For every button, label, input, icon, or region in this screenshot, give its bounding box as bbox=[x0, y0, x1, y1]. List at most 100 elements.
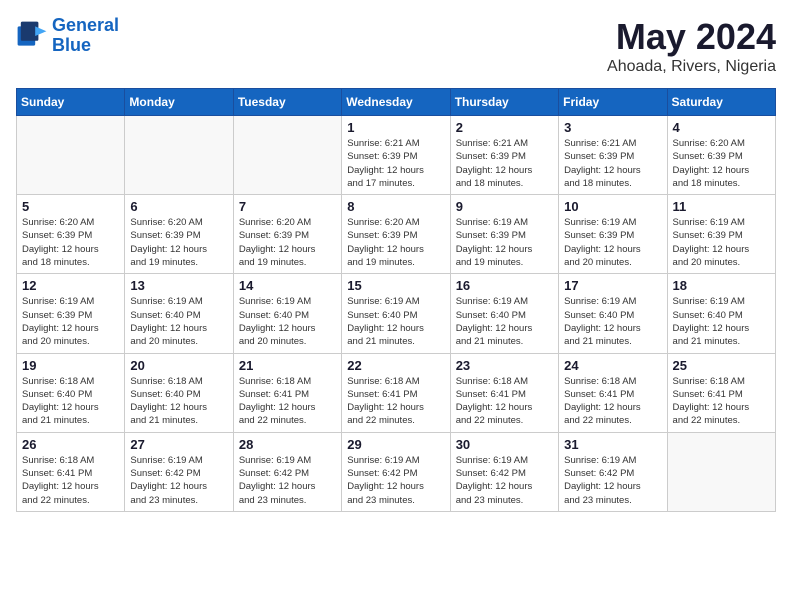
calendar-cell: 24 Sunrise: 6:18 AM Sunset: 6:41 PM Dayli… bbox=[559, 353, 667, 432]
calendar-cell: 3Sunrise: 6:21 AM Sunset: 6:39 PM Daylig… bbox=[559, 116, 667, 195]
day-info: Sunrise: 6:19 AM Sunset: 6:39 PM Dayligh… bbox=[456, 216, 553, 269]
day-info: Sunrise: 6:18 AM Sunset: 6:41 PM Dayligh… bbox=[564, 375, 661, 428]
page-header: General Blue May 2024 Ahoada, Rivers, Ni… bbox=[16, 16, 776, 76]
day-number: 18 bbox=[673, 278, 770, 293]
day-info: Sunrise: 6:19 AM Sunset: 6:40 PM Dayligh… bbox=[456, 295, 553, 348]
logo-icon bbox=[16, 20, 48, 52]
weekday-header-friday: Friday bbox=[559, 89, 667, 116]
day-info: Sunrise: 6:19 AM Sunset: 6:42 PM Dayligh… bbox=[456, 454, 553, 507]
location-title: Ahoada, Rivers, Nigeria bbox=[607, 58, 776, 76]
calendar-cell: 11 Sunrise: 6:19 AM Sunset: 6:39 PM Dayli… bbox=[667, 195, 775, 274]
weekday-header-row: SundayMondayTuesdayWednesdayThursdayFrid… bbox=[17, 89, 776, 116]
calendar-cell: 4 Sunrise: 6:20 AM Sunset: 6:39 PM Daylig… bbox=[667, 116, 775, 195]
day-number: 30 bbox=[456, 437, 553, 452]
calendar-cell: 25Sunrise: 6:18 AM Sunset: 6:41 PM Dayli… bbox=[667, 353, 775, 432]
calendar-cell: 1 Sunrise: 6:21 AM Sunset: 6:39 PM Daylig… bbox=[342, 116, 450, 195]
day-number: 10 bbox=[564, 199, 661, 214]
day-info: Sunrise: 6:18 AM Sunset: 6:40 PM Dayligh… bbox=[130, 375, 227, 428]
day-number: 3 bbox=[564, 120, 661, 135]
day-number: 8 bbox=[347, 199, 444, 214]
day-number: 13 bbox=[130, 278, 227, 293]
calendar-cell bbox=[233, 116, 341, 195]
calendar-cell: 21 Sunrise: 6:18 AM Sunset: 6:41 PM Dayli… bbox=[233, 353, 341, 432]
weekday-header-wednesday: Wednesday bbox=[342, 89, 450, 116]
day-info: Sunrise: 6:19 AM Sunset: 6:40 PM Dayligh… bbox=[130, 295, 227, 348]
day-info: Sunrise: 6:19 AM Sunset: 6:39 PM Dayligh… bbox=[22, 295, 119, 348]
calendar-cell: 19 Sunrise: 6:18 AM Sunset: 6:40 PM Dayli… bbox=[17, 353, 125, 432]
day-number: 24 bbox=[564, 358, 661, 373]
day-info: Sunrise: 6:18 AM Sunset: 6:40 PM Dayligh… bbox=[22, 375, 119, 428]
day-info: Sunrise: 6:20 AM Sunset: 6:39 PM Dayligh… bbox=[673, 137, 770, 190]
day-info: Sunrise: 6:18 AM Sunset: 6:41 PM Dayligh… bbox=[239, 375, 336, 428]
calendar-table: SundayMondayTuesdayWednesdayThursdayFrid… bbox=[16, 88, 776, 512]
logo-line1: General bbox=[52, 15, 119, 35]
day-number: 22 bbox=[347, 358, 444, 373]
day-info: Sunrise: 6:20 AM Sunset: 6:39 PM Dayligh… bbox=[239, 216, 336, 269]
calendar-cell: 28 Sunrise: 6:19 AM Sunset: 6:42 PM Dayli… bbox=[233, 432, 341, 511]
weekday-header-sunday: Sunday bbox=[17, 89, 125, 116]
day-number: 21 bbox=[239, 358, 336, 373]
weekday-header-thursday: Thursday bbox=[450, 89, 558, 116]
day-info: Sunrise: 6:20 AM Sunset: 6:39 PM Dayligh… bbox=[130, 216, 227, 269]
day-info: Sunrise: 6:19 AM Sunset: 6:40 PM Dayligh… bbox=[673, 295, 770, 348]
day-number: 15 bbox=[347, 278, 444, 293]
calendar-cell: 6 Sunrise: 6:20 AM Sunset: 6:39 PM Daylig… bbox=[125, 195, 233, 274]
day-info: Sunrise: 6:18 AM Sunset: 6:41 PM Dayligh… bbox=[456, 375, 553, 428]
calendar-cell: 7 Sunrise: 6:20 AM Sunset: 6:39 PM Daylig… bbox=[233, 195, 341, 274]
day-info: Sunrise: 6:21 AM Sunset: 6:39 PM Dayligh… bbox=[347, 137, 444, 190]
calendar-cell: 23 Sunrise: 6:18 AM Sunset: 6:41 PM Dayli… bbox=[450, 353, 558, 432]
title-block: May 2024 Ahoada, Rivers, Nigeria bbox=[607, 16, 776, 76]
day-info: Sunrise: 6:19 AM Sunset: 6:40 PM Dayligh… bbox=[347, 295, 444, 348]
week-row-5: 26Sunrise: 6:18 AM Sunset: 6:41 PM Dayli… bbox=[17, 432, 776, 511]
calendar-cell bbox=[17, 116, 125, 195]
day-info: Sunrise: 6:19 AM Sunset: 6:42 PM Dayligh… bbox=[564, 454, 661, 507]
logo-text: General Blue bbox=[52, 16, 119, 56]
week-row-4: 19 Sunrise: 6:18 AM Sunset: 6:40 PM Dayli… bbox=[17, 353, 776, 432]
day-info: Sunrise: 6:19 AM Sunset: 6:39 PM Dayligh… bbox=[673, 216, 770, 269]
day-number: 5 bbox=[22, 199, 119, 214]
calendar-cell: 30 Sunrise: 6:19 AM Sunset: 6:42 PM Dayli… bbox=[450, 432, 558, 511]
day-number: 20 bbox=[130, 358, 227, 373]
day-number: 2 bbox=[456, 120, 553, 135]
weekday-header-tuesday: Tuesday bbox=[233, 89, 341, 116]
week-row-1: 1 Sunrise: 6:21 AM Sunset: 6:39 PM Daylig… bbox=[17, 116, 776, 195]
calendar-cell: 18 Sunrise: 6:19 AM Sunset: 6:40 PM Dayli… bbox=[667, 274, 775, 353]
day-number: 11 bbox=[673, 199, 770, 214]
calendar-cell: 31 Sunrise: 6:19 AM Sunset: 6:42 PM Dayli… bbox=[559, 432, 667, 511]
calendar-cell: 5 Sunrise: 6:20 AM Sunset: 6:39 PM Daylig… bbox=[17, 195, 125, 274]
day-info: Sunrise: 6:19 AM Sunset: 6:42 PM Dayligh… bbox=[130, 454, 227, 507]
day-number: 28 bbox=[239, 437, 336, 452]
day-number: 6 bbox=[130, 199, 227, 214]
calendar-cell: 17Sunrise: 6:19 AM Sunset: 6:40 PM Dayli… bbox=[559, 274, 667, 353]
day-number: 7 bbox=[239, 199, 336, 214]
logo[interactable]: General Blue bbox=[16, 16, 119, 56]
day-number: 31 bbox=[564, 437, 661, 452]
day-number: 14 bbox=[239, 278, 336, 293]
calendar-cell: 27 Sunrise: 6:19 AM Sunset: 6:42 PM Dayli… bbox=[125, 432, 233, 511]
day-info: Sunrise: 6:18 AM Sunset: 6:41 PM Dayligh… bbox=[22, 454, 119, 507]
day-number: 27 bbox=[130, 437, 227, 452]
calendar-cell: 2Sunrise: 6:21 AM Sunset: 6:39 PM Daylig… bbox=[450, 116, 558, 195]
day-number: 1 bbox=[347, 120, 444, 135]
day-number: 23 bbox=[456, 358, 553, 373]
day-info: Sunrise: 6:18 AM Sunset: 6:41 PM Dayligh… bbox=[347, 375, 444, 428]
day-number: 16 bbox=[456, 278, 553, 293]
weekday-header-saturday: Saturday bbox=[667, 89, 775, 116]
week-row-2: 5 Sunrise: 6:20 AM Sunset: 6:39 PM Daylig… bbox=[17, 195, 776, 274]
logo-line2: Blue bbox=[52, 35, 91, 55]
calendar-cell: 9 Sunrise: 6:19 AM Sunset: 6:39 PM Daylig… bbox=[450, 195, 558, 274]
weekday-header-monday: Monday bbox=[125, 89, 233, 116]
calendar-cell: 16 Sunrise: 6:19 AM Sunset: 6:40 PM Dayli… bbox=[450, 274, 558, 353]
day-number: 17 bbox=[564, 278, 661, 293]
day-number: 19 bbox=[22, 358, 119, 373]
calendar-cell: 8Sunrise: 6:20 AM Sunset: 6:39 PM Daylig… bbox=[342, 195, 450, 274]
day-info: Sunrise: 6:19 AM Sunset: 6:40 PM Dayligh… bbox=[239, 295, 336, 348]
day-number: 4 bbox=[673, 120, 770, 135]
day-info: Sunrise: 6:20 AM Sunset: 6:39 PM Dayligh… bbox=[22, 216, 119, 269]
day-info: Sunrise: 6:19 AM Sunset: 6:42 PM Dayligh… bbox=[239, 454, 336, 507]
day-info: Sunrise: 6:18 AM Sunset: 6:41 PM Dayligh… bbox=[673, 375, 770, 428]
calendar-cell bbox=[125, 116, 233, 195]
calendar-cell: 29Sunrise: 6:19 AM Sunset: 6:42 PM Dayli… bbox=[342, 432, 450, 511]
calendar-cell: 20 Sunrise: 6:18 AM Sunset: 6:40 PM Dayli… bbox=[125, 353, 233, 432]
day-number: 9 bbox=[456, 199, 553, 214]
